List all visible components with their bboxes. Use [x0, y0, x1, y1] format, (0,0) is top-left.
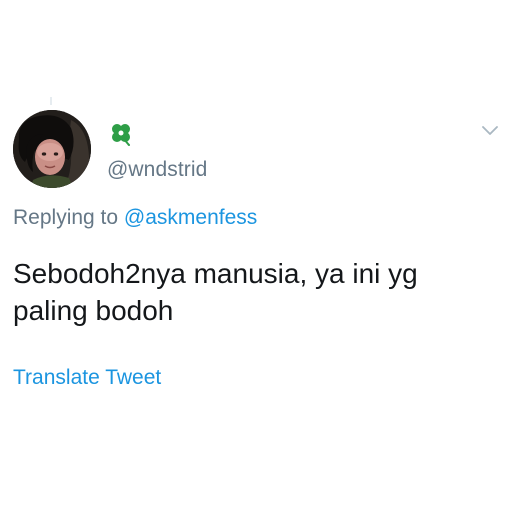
- avatar[interactable]: [13, 110, 91, 188]
- reply-mention-link[interactable]: @askmenfess: [124, 206, 257, 229]
- replying-to-label: Replying to: [13, 206, 119, 229]
- avatar-photo: [13, 110, 91, 188]
- translate-tweet-link[interactable]: Translate Tweet: [13, 366, 161, 390]
- tweet-text: Sebodoh2nya manusia, ya ini yg paling bo…: [13, 258, 418, 326]
- chevron-down-icon[interactable]: [481, 124, 499, 138]
- four-leaf-clover-icon: [112, 124, 130, 146]
- replying-to-line: Replying to @askmenfess: [13, 206, 257, 230]
- user-handle[interactable]: @wndstrid: [107, 158, 207, 182]
- thread-connector-line: [50, 97, 52, 105]
